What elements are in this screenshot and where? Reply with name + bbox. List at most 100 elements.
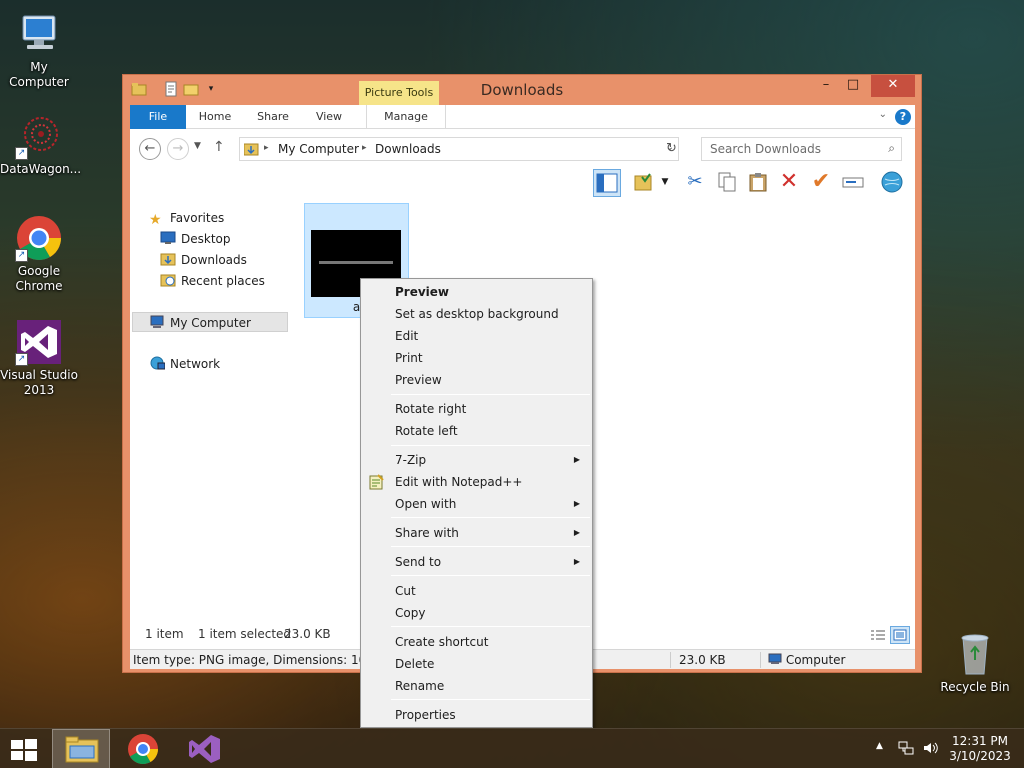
start-button[interactable]	[10, 738, 38, 762]
select-icon[interactable]: ✔	[807, 169, 835, 197]
menu-item-edit-with-notepad[interactable]: Edit with Notepad++	[363, 471, 590, 493]
tab-manage[interactable]: Manage	[366, 105, 446, 129]
delete-icon[interactable]: ✕	[775, 169, 803, 197]
breadcrumb-separator-icon[interactable]: ▸	[362, 143, 367, 153]
forward-button[interactable]: →	[167, 138, 189, 160]
search-input[interactable]: Search Downloads ⌕	[701, 137, 902, 161]
recent-places-icon	[160, 273, 176, 287]
web-icon[interactable]	[878, 169, 906, 197]
chrome-icon	[128, 734, 158, 765]
expand-ribbon-icon[interactable]: ⌄	[879, 109, 887, 120]
nav-downloads[interactable]: Downloads	[160, 250, 247, 270]
visual-studio-icon	[189, 735, 220, 763]
preview-pane-button[interactable]	[593, 169, 621, 197]
visual-studio-icon: ↗	[15, 318, 63, 366]
tab-home[interactable]: Home	[192, 105, 238, 129]
menu-item-delete[interactable]: Delete	[363, 653, 590, 675]
menu-item-send-to[interactable]: Send to ▶	[363, 551, 590, 573]
context-menu: Preview Set as desktop background Edit P…	[360, 278, 593, 728]
up-button[interactable]: ↑	[213, 139, 225, 155]
desktop-icon	[160, 231, 176, 245]
volume-icon[interactable]	[922, 740, 938, 768]
menu-item-7zip[interactable]: 7-Zip ▶	[363, 449, 590, 471]
shortcut-arrow-icon: ↗	[15, 353, 28, 366]
back-button[interactable]: ←	[139, 138, 161, 160]
menu-item-rename[interactable]: Rename	[363, 675, 590, 697]
title-bar[interactable]: ▾ Picture Tools Downloads – □ ✕	[123, 75, 921, 105]
menu-item-share-with[interactable]: Share with ▶	[363, 522, 590, 544]
close-button[interactable]: ✕	[871, 75, 915, 97]
network-status-icon[interactable]	[898, 740, 914, 768]
menu-item-edit[interactable]: Edit	[363, 325, 590, 347]
menu-item-preview[interactable]: Preview	[363, 369, 590, 391]
computer-icon	[149, 315, 165, 329]
desktop-icon-label: Visual Studio 2013	[0, 368, 78, 397]
tab-file[interactable]: File	[130, 105, 186, 129]
clock-time: 12:31 PM	[952, 734, 1008, 748]
ribbon-tabs: File Home Share View Manage ⌄ ?	[130, 105, 915, 129]
shortcut-arrow-icon: ↗	[15, 147, 28, 160]
desktop-icon-my-computer[interactable]: My Computer	[0, 10, 78, 90]
computer-icon	[15, 10, 63, 58]
desktop-icon-datawagon[interactable]: ↗ DataWagon...	[0, 112, 81, 177]
menu-separator	[391, 626, 590, 627]
nav-recent-places[interactable]: Recent places	[160, 271, 265, 291]
details-view-icon[interactable]	[868, 626, 888, 644]
nav-my-computer[interactable]: My Computer	[132, 312, 288, 332]
taskbar-file-explorer[interactable]	[52, 729, 110, 768]
system-clock[interactable]: 12:31 PM 3/10/2023	[940, 734, 1020, 764]
menu-item-open-with[interactable]: Open with ▶	[363, 493, 590, 515]
datawagon-icon: ↗	[15, 112, 63, 160]
search-placeholder: Search Downloads	[710, 142, 821, 156]
menu-item-create-shortcut[interactable]: Create shortcut	[363, 631, 590, 653]
desktop-icon-visual-studio[interactable]: ↗ Visual Studio 2013	[0, 318, 78, 398]
breadcrumb-downloads[interactable]: Downloads	[375, 142, 441, 156]
paste-icon[interactable]	[744, 169, 772, 197]
tab-share[interactable]: Share	[248, 105, 298, 129]
submenu-arrow-icon: ▶	[573, 499, 580, 508]
nav-desktop[interactable]: Desktop	[160, 229, 231, 249]
menu-item-properties[interactable]: Properties	[363, 704, 590, 726]
minimize-button[interactable]: –	[813, 75, 839, 97]
rename-icon[interactable]	[839, 169, 867, 197]
menu-item-cut[interactable]: Cut	[363, 580, 590, 602]
desktop-icon-recycle-bin[interactable]: Recycle Bin	[936, 630, 1014, 695]
folder-options-dropdown-icon[interactable]: ▼	[658, 169, 672, 197]
nav-favorites[interactable]: ★ Favorites	[149, 208, 224, 228]
cut-icon[interactable]: ✂	[681, 169, 709, 197]
address-bar[interactable]: ▸ My Computer ▸ Downloads ⌄	[239, 137, 679, 161]
status-selected: 1 item selected	[198, 627, 292, 641]
tab-view[interactable]: View	[306, 105, 352, 129]
recent-locations-icon[interactable]: ▼	[194, 141, 201, 151]
navigation-bar: ← → ▼ ↑ ▸ My Computer ▸ Downloads ⌄ ↻ Se…	[130, 129, 915, 167]
menu-item-rotate-right[interactable]: Rotate right	[363, 398, 590, 420]
search-icon: ⌕	[888, 141, 895, 155]
folder-options-icon[interactable]	[630, 169, 658, 197]
taskbar-google-chrome[interactable]	[114, 729, 172, 768]
menu-item-rotate-left[interactable]: Rotate left	[363, 420, 590, 442]
desktop-icon-google-chrome[interactable]: ↗ Google Chrome	[0, 214, 78, 294]
submenu-arrow-icon: ▶	[573, 557, 580, 566]
refresh-icon[interactable]: ↻	[666, 141, 677, 156]
notepad-plus-plus-icon	[368, 474, 384, 490]
menu-item-copy[interactable]: Copy	[363, 602, 590, 624]
help-icon[interactable]: ?	[895, 109, 911, 125]
shortcut-arrow-icon: ↗	[15, 249, 28, 262]
nav-network[interactable]: Network	[149, 354, 220, 374]
taskbar-visual-studio[interactable]	[176, 729, 234, 768]
menu-item-preview-default[interactable]: Preview	[363, 281, 590, 303]
breadcrumb-separator-icon[interactable]: ▸	[264, 143, 269, 153]
copy-icon[interactable]	[713, 169, 741, 197]
windows-logo-icon	[11, 739, 37, 761]
status-item-count: 1 item	[145, 627, 184, 641]
command-toolbar: ▼ ✂ ✕ ✔	[130, 167, 915, 199]
menu-item-set-as-desktop-background[interactable]: Set as desktop background	[363, 303, 590, 325]
menu-separator	[391, 699, 590, 700]
menu-separator	[391, 517, 590, 518]
large-icons-view-icon[interactable]	[890, 626, 910, 644]
breadcrumb-my-computer[interactable]: My Computer	[278, 142, 359, 156]
show-hidden-icons-icon[interactable]: ▲	[876, 741, 883, 768]
maximize-button[interactable]: □	[840, 75, 866, 97]
status-size: 23.0 KB	[284, 627, 331, 641]
menu-item-print[interactable]: Print	[363, 347, 590, 369]
